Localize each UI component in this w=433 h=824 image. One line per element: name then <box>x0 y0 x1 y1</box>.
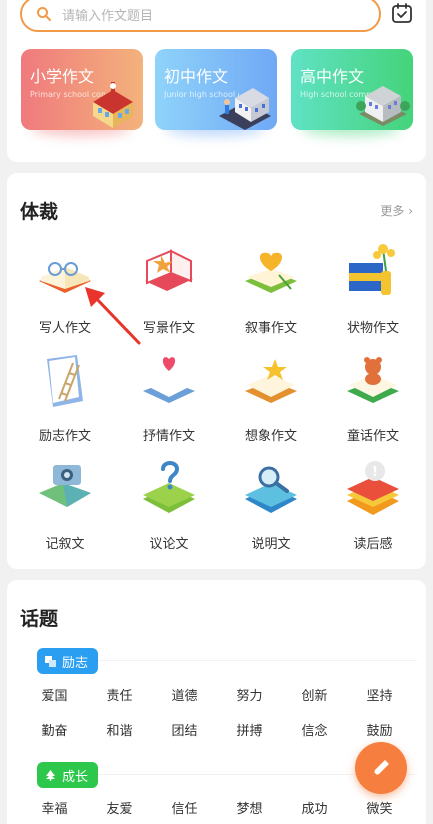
genre-label: 励志作文 <box>38 429 91 444</box>
topic-word[interactable]: 坚持 <box>347 685 412 704</box>
school-building-icon <box>93 82 133 128</box>
genre-label: 状物作文 <box>346 321 399 336</box>
topic-word-grid: 爱国 责任 道德 努力 创新 坚持 勤奋 和谐 团结 拼搏 信念 鼓励 <box>22 685 412 739</box>
books-speech-bubble-icon: ! <box>347 461 399 515</box>
genre-item[interactable]: 状物作文 <box>323 241 423 341</box>
search-icon <box>37 7 51 21</box>
book-heart-icon <box>143 357 195 403</box>
topic-word-grid: 幸福 友爱 信任 梦想 成功 微笑 <box>22 798 412 817</box>
primary-school-card[interactable]: 小学作文 Primary school composition <box>21 49 143 130</box>
genre-item[interactable]: ! 读后感 <box>323 457 423 557</box>
junior-high-card[interactable]: 初中作文 Junior high school composition <box>155 49 277 130</box>
genre-section: 体裁 更多 › 写人作文 写景作文 叙事作文 状物作文 励志作文 抒情作文 想象… <box>7 173 426 569</box>
genre-label: 议论文 <box>149 537 189 552</box>
topic-word[interactable]: 成功 <box>282 798 347 817</box>
genre-item[interactable]: 想象作文 <box>221 349 321 449</box>
book-teddy-bear-icon <box>347 357 399 403</box>
topic-tag-lizhi[interactable]: 励志 <box>37 648 99 674</box>
topic-word[interactable]: 勤奋 <box>22 720 87 739</box>
genre-label: 说明文 <box>251 537 291 552</box>
map-camera-icon <box>39 465 91 507</box>
more-link[interactable]: 更多 › <box>380 202 413 219</box>
top-card: 请输入作文题目 小学作文 Primary school composition … <box>7 0 426 162</box>
calendar-check-icon[interactable] <box>391 2 413 24</box>
more-label: 更多 <box>380 204 405 218</box>
books-magnifier-icon <box>245 466 297 513</box>
section-title: 话题 <box>20 608 59 630</box>
topic-word[interactable]: 爱国 <box>22 685 87 704</box>
genre-item[interactable]: 抒情作文 <box>119 349 219 449</box>
book-question-mark-icon <box>143 461 195 513</box>
genre-item[interactable]: 童话作文 <box>323 349 423 449</box>
genre-item[interactable]: 励志作文 <box>15 349 115 449</box>
tag-label: 励志 <box>62 655 89 671</box>
section-title: 体裁 <box>20 201 59 223</box>
search-input[interactable]: 请输入作文题目 <box>62 5 153 24</box>
high-school-card[interactable]: 高中作文 High school composition <box>291 49 413 130</box>
svg-text:!: ! <box>372 465 378 480</box>
books-flower-vase-icon <box>349 244 395 295</box>
pencil-icon <box>373 760 389 776</box>
genre-item[interactable]: 议论文 <box>119 457 219 557</box>
genre-label: 抒情作文 <box>142 429 195 444</box>
book-maple-leaf-icon <box>145 249 193 291</box>
write-fab-button[interactable] <box>355 742 407 794</box>
genre-label: 叙事作文 <box>244 321 297 336</box>
topic-word[interactable]: 鼓励 <box>347 720 412 739</box>
topic-tag-chengzhang[interactable]: 成长 <box>37 762 99 788</box>
topic-word[interactable]: 创新 <box>282 685 347 704</box>
topic-word[interactable]: 微笑 <box>347 798 412 817</box>
topic-word[interactable]: 信任 <box>152 798 217 817</box>
genre-item[interactable]: 说明文 <box>221 457 321 557</box>
genre-item[interactable]: 记叙文 <box>15 457 115 557</box>
topic-word[interactable]: 幸福 <box>22 798 87 817</box>
tag-label: 成长 <box>62 769 89 785</box>
school-building-icon <box>356 86 410 126</box>
topic-word[interactable]: 信念 <box>282 720 347 739</box>
genre-label: 童话作文 <box>346 429 399 444</box>
topic-word[interactable]: 责任 <box>87 685 152 704</box>
pointer-arrow-annotation <box>85 287 141 345</box>
genre-label: 记叙文 <box>45 537 85 552</box>
search-bar[interactable]: 请输入作文题目 <box>20 0 381 32</box>
tree-icon <box>45 769 56 781</box>
topic-word[interactable]: 和谐 <box>87 720 152 739</box>
genre-item[interactable]: 叙事作文 <box>221 241 321 341</box>
genre-label: 想象作文 <box>244 429 297 444</box>
book-ladder-icon <box>47 355 83 407</box>
topic-word[interactable]: 梦想 <box>217 798 282 817</box>
topic-word[interactable]: 团结 <box>152 720 217 739</box>
topic-word[interactable]: 拼搏 <box>217 720 282 739</box>
topic-word[interactable]: 道德 <box>152 685 217 704</box>
topic-word[interactable]: 友爱 <box>87 798 152 817</box>
genre-label: 读后感 <box>353 537 393 552</box>
book-star-icon <box>245 359 297 403</box>
school-building-icon <box>219 88 271 130</box>
chevron-right-icon: › <box>408 204 413 218</box>
book-heart-balloon-icon <box>245 252 297 293</box>
tag-squares-icon <box>45 655 56 667</box>
topic-word[interactable]: 努力 <box>217 685 282 704</box>
